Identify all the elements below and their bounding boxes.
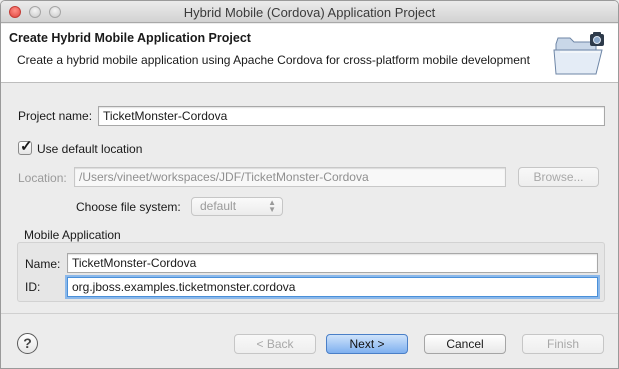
finish-button[interactable]: Finish: [522, 334, 604, 354]
file-system-value: default: [200, 199, 237, 213]
project-name-label: Project name:: [18, 109, 93, 123]
back-button[interactable]: < Back: [234, 334, 316, 354]
wizard-banner: Create Hybrid Mobile Application Project…: [1, 24, 618, 83]
project-name-input[interactable]: TicketMonster-Cordova: [98, 106, 605, 126]
file-system-select[interactable]: default ▲ ▼: [191, 197, 283, 216]
next-button[interactable]: Next >: [326, 334, 408, 354]
location-label: Location:: [18, 171, 67, 185]
wizard-description: Create a hybrid mobile application using…: [17, 53, 530, 67]
mobile-application-group-label: Mobile Application: [24, 228, 121, 242]
checkmark-icon: ✓: [20, 138, 33, 155]
use-default-location-checkbox[interactable]: ✓: [18, 138, 33, 155]
folder-wizard-icon: [553, 32, 604, 75]
cancel-button[interactable]: Cancel: [424, 334, 506, 354]
file-system-label: Choose file system:: [76, 200, 181, 214]
location-input[interactable]: /Users/vineet/workspaces/JDF/TicketMonst…: [74, 167, 506, 187]
app-name-input[interactable]: TicketMonster-Cordova: [67, 253, 598, 273]
browse-button[interactable]: Browse...: [518, 167, 599, 187]
app-name-label: Name:: [25, 257, 61, 271]
title-bar[interactable]: Hybrid Mobile (Cordova) Application Proj…: [1, 1, 618, 23]
window-title: Hybrid Mobile (Cordova) Application Proj…: [183, 5, 436, 20]
wizard-title: Create Hybrid Mobile Application Project: [9, 31, 251, 45]
dialog-window: Hybrid Mobile (Cordova) Application Proj…: [0, 0, 619, 369]
select-arrows-icon: ▲ ▼: [268, 198, 276, 214]
use-default-location-label[interactable]: Use default location: [37, 142, 142, 156]
help-button[interactable]: ?: [17, 333, 38, 354]
app-id-input[interactable]: org.jboss.examples.ticketmonster.cordova: [67, 277, 598, 297]
app-id-label: ID:: [25, 280, 41, 294]
button-bar-divider: [1, 313, 618, 314]
